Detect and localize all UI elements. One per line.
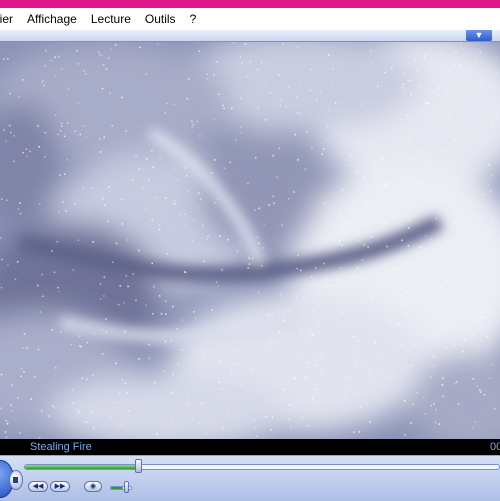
menu-view[interactable]: Affichage [20, 8, 84, 30]
video-display[interactable] [0, 42, 500, 439]
menu-bar: hier Affichage Lecture Outils ? [0, 8, 500, 30]
previous-icon: ◀◀ [32, 483, 44, 490]
collapse-menu-button[interactable]: ▼ [466, 30, 492, 41]
menu-file[interactable]: hier [0, 8, 20, 30]
stop-icon [13, 477, 18, 483]
now-playing-bar: Stealing Fire 00 [0, 439, 500, 455]
stop-button[interactable] [9, 470, 23, 490]
next-button[interactable]: ▶▶ [50, 481, 70, 492]
cloud-video-frame [0, 42, 500, 439]
window-title-bar[interactable] [0, 0, 500, 8]
seek-handle[interactable] [135, 459, 143, 473]
seek-bar[interactable] [24, 464, 500, 470]
previous-button[interactable]: ◀◀ [28, 481, 48, 492]
volume-handle[interactable] [124, 481, 129, 493]
chevron-down-icon: ▼ [474, 30, 484, 40]
menu-help[interactable]: ? [183, 8, 204, 30]
next-icon: ▶▶ [54, 483, 66, 490]
menu-tools[interactable]: Outils [138, 8, 183, 30]
transport-controls: ◀◀ ▶▶ ◉ [0, 455, 500, 501]
seek-progress [25, 465, 139, 469]
elapsed-time: 00 [490, 441, 500, 453]
menu-play[interactable]: Lecture [84, 8, 138, 30]
mute-icon: ◉ [89, 483, 97, 490]
player-top-strip: ▼ [0, 30, 500, 42]
track-title: Stealing Fire [30, 441, 92, 453]
volume-level [111, 487, 123, 489]
mute-button[interactable]: ◉ [84, 481, 102, 492]
